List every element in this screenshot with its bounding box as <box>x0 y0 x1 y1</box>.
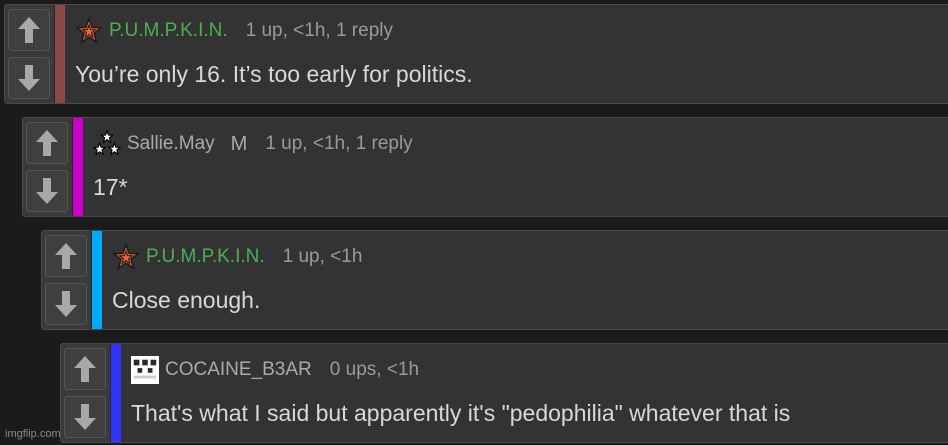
upvote-button[interactable] <box>8 9 50 51</box>
thread-color-bar <box>73 118 83 216</box>
username-link[interactable]: P.U.M.P.K.I.N. <box>109 20 228 42</box>
comment-3: P.U.M.P.K.I.N. 1 up, <1h Close enough. <box>41 230 948 330</box>
arrow-down-icon <box>55 291 77 317</box>
comment-header: P.U.M.P.K.I.N. 1 up, <1h <box>112 241 362 273</box>
thread-color-bar <box>92 231 102 329</box>
orange-star-icon[interactable] <box>75 17 103 45</box>
comment-header: COCAINE_B3AR 0 ups, <1h <box>131 354 419 386</box>
arrow-up-icon <box>74 356 96 382</box>
orange-star-icon[interactable] <box>112 243 140 271</box>
pixel-face-icon[interactable] <box>131 356 159 384</box>
username-link[interactable]: P.U.M.P.K.I.N. <box>146 246 265 268</box>
upvote-button[interactable] <box>45 235 87 277</box>
username-link[interactable]: COCAINE_B3AR <box>165 359 312 381</box>
thread-color-bar <box>55 5 65 103</box>
comment-meta: 0 ups, <1h <box>329 359 420 380</box>
downvote-button[interactable] <box>26 170 68 212</box>
comment-text: Close enough. <box>112 287 261 313</box>
vote-column <box>5 5 55 103</box>
arrow-up-icon <box>36 130 58 156</box>
arrow-down-icon <box>36 178 58 204</box>
downvote-button[interactable] <box>45 283 87 325</box>
comment-text: That's what I said but apparently it's "… <box>131 400 791 426</box>
comment-meta: 1 up, <1h, 1 reply <box>265 133 413 154</box>
comment-4: COCAINE_B3AR 0 ups, <1h That's what I sa… <box>60 343 948 443</box>
arrow-up-icon <box>55 243 77 269</box>
downvote-button[interactable] <box>64 396 106 438</box>
comment-meta: 1 up, <1h <box>282 246 363 267</box>
comment-text: 17* <box>93 174 128 200</box>
username-link[interactable]: Sallie.May <box>127 133 215 155</box>
three-stars-icon[interactable] <box>93 129 121 158</box>
vote-column <box>23 118 73 216</box>
arrow-up-icon <box>18 17 40 43</box>
thread-color-bar <box>111 344 121 442</box>
arrow-down-icon <box>74 404 96 430</box>
vote-column <box>42 231 92 329</box>
downvote-button[interactable] <box>8 57 50 99</box>
comment-header: Sallie.May M 1 up, <1h, 1 reply <box>93 128 413 160</box>
imgflip-watermark: imgflip.com <box>5 428 61 440</box>
moderator-badge: M <box>230 132 248 155</box>
upvote-button[interactable] <box>26 122 68 164</box>
upvote-button[interactable] <box>64 348 106 390</box>
comment-1: P.U.M.P.K.I.N. 1 up, <1h, 1 reply You’re… <box>4 4 948 104</box>
comment-text: You’re only 16. It’s too early for polit… <box>75 61 473 87</box>
comment-meta: 1 up, <1h, 1 reply <box>245 20 393 41</box>
arrow-down-icon <box>18 65 40 91</box>
vote-column <box>61 344 111 442</box>
comment-header: P.U.M.P.K.I.N. 1 up, <1h, 1 reply <box>75 15 393 47</box>
comment-2: Sallie.May M 1 up, <1h, 1 reply 17* <box>22 117 948 217</box>
